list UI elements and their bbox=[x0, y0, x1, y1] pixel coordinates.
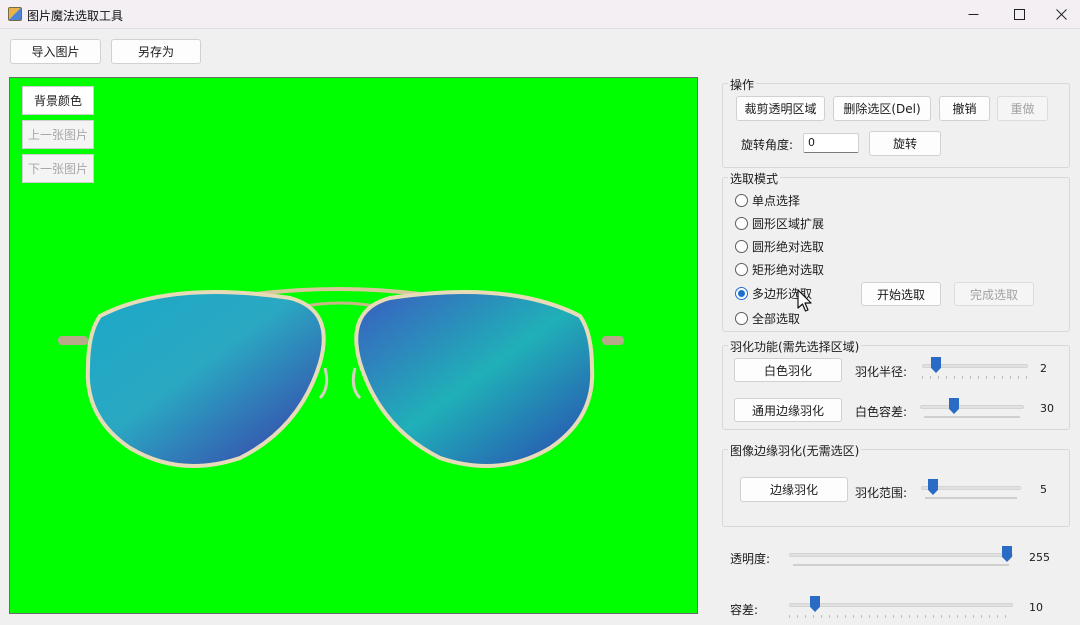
radio-button[interactable] bbox=[735, 239, 748, 253]
close-icon[interactable] bbox=[1038, 0, 1080, 29]
slider-track bbox=[789, 553, 1013, 557]
slider-track bbox=[789, 603, 1013, 607]
radio-button[interactable] bbox=[735, 311, 748, 325]
background-color-button[interactable]: 背景颜色 bbox=[22, 86, 94, 115]
rotate-angle-label: 旋转角度: bbox=[741, 138, 794, 152]
edge-feather-button[interactable]: 通用边缘羽化 bbox=[734, 398, 842, 422]
slider-thumb[interactable] bbox=[928, 479, 938, 495]
radio-rect-absolute[interactable]: 矩形绝对选取 bbox=[735, 261, 824, 277]
slider-thumb[interactable] bbox=[949, 398, 959, 414]
tolerance-slider[interactable] bbox=[789, 593, 1013, 619]
slider-ticks bbox=[922, 376, 1028, 379]
feather-range-label: 羽化范围: bbox=[855, 486, 908, 500]
crop-transparent-button[interactable]: 裁剪透明区域 bbox=[736, 96, 825, 121]
slider-thumb[interactable] bbox=[1002, 546, 1012, 562]
slider-thumb[interactable] bbox=[810, 596, 820, 612]
white-feather-button[interactable]: 白色羽化 bbox=[734, 358, 842, 382]
transparency-value: 255 bbox=[1029, 551, 1050, 564]
white-tolerance-label: 白色容差: bbox=[855, 405, 908, 419]
slider-ticks bbox=[789, 615, 1013, 618]
delete-selection-button[interactable]: 删除选区(Del) bbox=[833, 96, 931, 121]
operations-title: 操作 bbox=[728, 76, 757, 93]
sunglasses-image bbox=[58, 287, 624, 468]
rotate-angle-input[interactable]: 0 bbox=[803, 133, 859, 153]
radio-select-all[interactable]: 全部选取 bbox=[735, 310, 800, 326]
slider-bar bbox=[925, 497, 1017, 499]
feather-title: 羽化功能(需先选择区域) bbox=[728, 338, 862, 355]
radio-single-point[interactable]: 单点选择 bbox=[735, 192, 800, 208]
selection-mode-title: 选取模式 bbox=[728, 170, 781, 187]
radio-button[interactable] bbox=[735, 262, 748, 276]
slider-track bbox=[920, 405, 1024, 409]
mouse-cursor-icon bbox=[797, 289, 812, 312]
transparency-slider[interactable] bbox=[789, 543, 1013, 569]
feather-range-slider[interactable] bbox=[921, 476, 1021, 502]
tolerance-value: 10 bbox=[1029, 601, 1043, 614]
image-edge-title: 图像边缘羽化(无需选区) bbox=[728, 442, 862, 459]
tolerance-label: 容差: bbox=[730, 603, 759, 617]
rotate-button[interactable]: 旋转 bbox=[869, 131, 941, 156]
save-as-button[interactable]: 另存为 bbox=[111, 39, 201, 64]
slider-thumb[interactable] bbox=[931, 357, 941, 373]
feather-range-value: 5 bbox=[1040, 483, 1047, 496]
image-canvas[interactable]: 背景颜色 上一张图片 下一张图片 bbox=[9, 77, 698, 614]
minimize-icon[interactable] bbox=[950, 0, 996, 29]
feather-radius-slider[interactable] bbox=[922, 354, 1028, 380]
window-title: 图片魔法选取工具 bbox=[27, 9, 124, 23]
slider-bar bbox=[924, 416, 1020, 418]
next-image-button[interactable]: 下一张图片 bbox=[22, 154, 94, 183]
feather-radius-label: 羽化半径: bbox=[855, 365, 908, 379]
transparency-label: 透明度: bbox=[730, 552, 771, 566]
import-image-button[interactable]: 导入图片 bbox=[10, 39, 101, 64]
undo-button[interactable]: 撤销 bbox=[939, 96, 990, 121]
maximize-icon[interactable] bbox=[996, 0, 1042, 29]
white-tolerance-slider[interactable] bbox=[920, 395, 1024, 421]
previous-image-button[interactable]: 上一张图片 bbox=[22, 120, 94, 149]
radio-button[interactable] bbox=[735, 193, 748, 207]
white-tolerance-value: 30 bbox=[1040, 402, 1054, 415]
slider-bar bbox=[793, 564, 1009, 566]
finish-selection-button[interactable]: 完成选取 bbox=[954, 282, 1034, 306]
start-selection-button[interactable]: 开始选取 bbox=[861, 282, 941, 306]
redo-button[interactable]: 重做 bbox=[997, 96, 1048, 121]
app-icon bbox=[8, 7, 22, 21]
title-bar: 图片魔法选取工具 bbox=[0, 0, 1080, 29]
radio-button[interactable] bbox=[735, 216, 748, 230]
radio-circle-absolute[interactable]: 圆形绝对选取 bbox=[735, 238, 824, 254]
feather-radius-value: 2 bbox=[1040, 362, 1047, 375]
image-edge-feather-button[interactable]: 边缘羽化 bbox=[740, 477, 848, 502]
radio-button-selected[interactable] bbox=[735, 286, 748, 300]
radio-circle-expand[interactable]: 圆形区域扩展 bbox=[735, 215, 824, 231]
